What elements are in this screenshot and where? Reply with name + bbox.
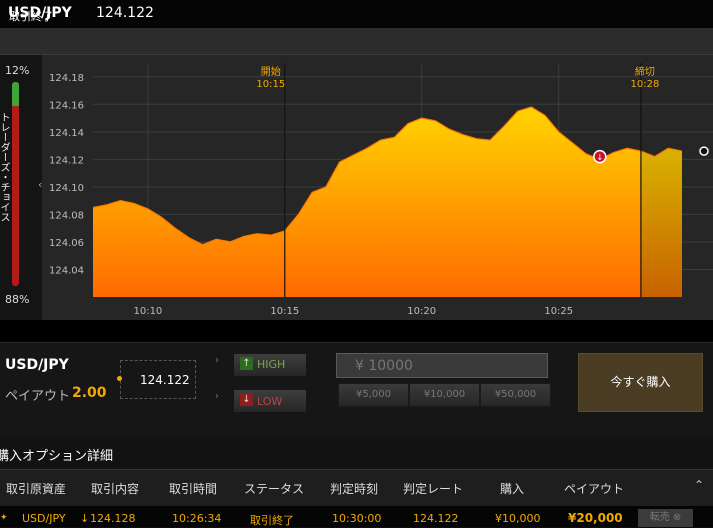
row-time: 10:26:34 [172,512,222,525]
y-tick-label: 124.16 [49,100,84,111]
row-payout: ¥20,000 [568,511,623,525]
time-marker-time: 10:15 [256,79,285,90]
time-marker-time: 10:28 [631,79,660,90]
y-tick-label: 124.06 [49,238,84,249]
amount-input[interactable] [336,353,548,378]
col-status: ステータス [244,482,305,496]
sell-label: 転売 [649,512,670,523]
chevron-right-icon: › [215,391,219,402]
row-judge-rate: 124.122 [413,512,459,525]
time-marker-label: 開始 [261,65,281,78]
col-payout: ペイアウト [564,482,625,496]
price-area [93,107,641,297]
row-purchase: ¥10,000 [495,512,541,525]
payout-value: 2.00 [72,385,107,401]
row-status: 取引終了 [250,514,294,527]
gauge-low-percent: 88% [5,293,30,306]
x-tick-label: 10:15 [270,306,299,317]
row-judge-time: 10:30:00 [332,512,382,525]
x-tick-label: 10:10 [133,306,162,317]
traders-choice-gauge [12,82,19,286]
double-chevron-up-icon[interactable]: ⌃ [694,478,704,492]
x-tick-label: 10:20 [407,306,436,317]
col-judge-time: 判定時刻 [330,482,379,496]
col-purchase: 購入 [500,482,525,496]
price-area-after-close [640,148,682,297]
x-tick-label: 10:25 [544,306,573,317]
rate-dot-icon [117,376,122,381]
chevron-right-icon: › [215,355,219,366]
arrow-down-icon: ↓ [80,512,90,525]
col-content: 取引内容 [91,482,140,496]
row-content: 124.128 [90,512,136,525]
current-price-point [699,146,709,156]
quick-amount-10000[interactable]: ¥10,000 [409,383,480,407]
gauge-high-percent: 12% [5,64,30,77]
arrow-down-icon: ↓ [240,393,253,406]
price-chart: 124.04 124.06 124.08 124.10 124.12 124.14 124.… [49,63,713,317]
traders-choice-label: トレーダーズ・チョイス [0,112,9,222]
quick-amount-50000[interactable]: ¥50,000 [480,383,551,407]
col-judge-rate: 判定レート [403,482,464,496]
low-label: LOW [257,395,283,408]
arrow-up-icon: ↑ [240,357,253,370]
y-tick-label: 124.12 [49,155,84,166]
arrow-down-icon: ↓ [596,153,603,162]
flag-icon: ✦ [0,513,8,523]
trade-status: 取引終了 [9,10,53,23]
high-label: HIGH [257,358,286,371]
close-circle-icon: ⊗ [672,512,682,523]
sell-button[interactable]: 転売 ⊗ [638,509,693,527]
buy-now-button[interactable]: 今すぐ購入 [578,353,703,412]
chart-divider [0,320,713,342]
y-tick-label: 124.18 [49,73,84,84]
gauge-high-fill [12,82,19,107]
payout-label: ペイアウト [5,389,71,404]
time-marker-label: 締切 [635,65,655,78]
current-rate: 124.122 [96,5,154,21]
y-tick-label: 124.04 [49,265,84,276]
trade-asset: USD/JPY [5,357,69,373]
row-asset: USD/JPY [22,512,66,525]
y-tick-label: 124.08 [49,210,84,221]
col-asset: 取引原資産 [6,482,67,496]
trade-rate: 124.122 [140,373,190,387]
col-time: 取引時間 [169,482,218,496]
status-bar [0,28,713,55]
quick-amount-5000[interactable]: ¥5,000 [338,383,409,407]
y-tick-label: 124.14 [49,128,84,139]
details-title: 購入オプション詳細 [0,449,114,464]
y-tick-label: 124.10 [49,183,84,194]
